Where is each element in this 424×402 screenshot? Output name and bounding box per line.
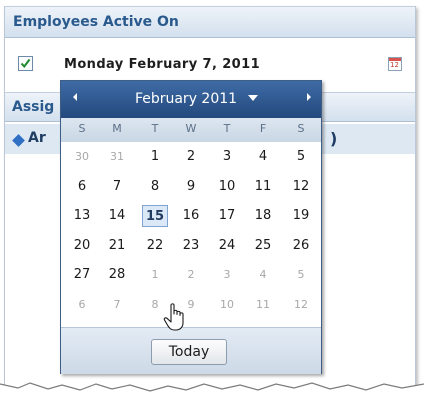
day-cell[interactable]: 1 bbox=[142, 146, 168, 168]
day-cell[interactable]: 19 bbox=[288, 205, 314, 227]
weekday-header-row: SMTWTFS bbox=[61, 118, 321, 142]
month-dropdown-icon[interactable] bbox=[248, 95, 258, 101]
day-cell[interactable]: 13 bbox=[69, 205, 95, 227]
next-month-button[interactable] bbox=[301, 89, 317, 105]
day-cell[interactable]: 21 bbox=[104, 235, 130, 257]
hand-cursor-icon bbox=[163, 303, 184, 331]
active-date-row: Monday February 7, 2011 12 bbox=[5, 44, 415, 80]
weekday-label: T bbox=[223, 122, 231, 135]
day-cell[interactable]: 8 bbox=[142, 176, 168, 198]
day-cell[interactable]: 11 bbox=[250, 294, 276, 316]
torn-edge bbox=[0, 382, 424, 402]
day-cell[interactable]: 1 bbox=[142, 264, 168, 286]
day-cell[interactable]: 5 bbox=[288, 264, 314, 286]
checkmark-icon bbox=[20, 58, 31, 69]
date-picker: February 2011 SMTWTFS 30 31 1 2 3 4 5 6 7 8 9 10 11 1… bbox=[60, 80, 322, 374]
day-cell[interactable]: 3 bbox=[214, 264, 240, 286]
assign-row-suffix: ) bbox=[330, 129, 338, 148]
day-cell[interactable]: 5 bbox=[288, 146, 314, 168]
day-cell[interactable]: 30 bbox=[69, 146, 95, 168]
day-cell[interactable]: 12 bbox=[288, 294, 314, 316]
day-cell[interactable]: 7 bbox=[104, 294, 130, 316]
day-cell[interactable]: 2 bbox=[178, 264, 204, 286]
day-cell[interactable]: 4 bbox=[250, 146, 276, 168]
day-cell[interactable]: 11 bbox=[250, 176, 276, 198]
weekday-label: W bbox=[185, 122, 197, 135]
day-cell[interactable]: 12 bbox=[288, 176, 314, 198]
date-picker-header: February 2011 bbox=[61, 81, 321, 118]
day-cell[interactable]: 17 bbox=[214, 205, 240, 227]
day-cell[interactable]: 10 bbox=[214, 176, 240, 198]
date-picker-footer: Today bbox=[61, 327, 321, 374]
weekday-label: F bbox=[259, 122, 267, 135]
day-grid: 30 31 1 2 3 4 5 6 7 8 9 10 11 12 13 14 15 16 17 18 19 20 21 22 2… bbox=[61, 146, 321, 326]
weekday-label: T bbox=[151, 122, 159, 135]
day-cell[interactable]: 14 bbox=[104, 205, 130, 227]
day-cell[interactable]: 25 bbox=[250, 235, 276, 257]
chevron-right-icon bbox=[307, 93, 311, 101]
day-cell[interactable]: 28 bbox=[104, 264, 130, 286]
day-cell[interactable]: 16 bbox=[178, 205, 204, 227]
day-cell[interactable]: 31 bbox=[104, 146, 130, 168]
diamond-icon bbox=[12, 134, 25, 147]
day-cell[interactable]: 6 bbox=[69, 176, 95, 198]
calendar-icon[interactable]: 12 bbox=[388, 57, 402, 71]
day-cell[interactable]: 23 bbox=[178, 235, 204, 257]
selected-day-cell[interactable]: 15 bbox=[142, 205, 168, 227]
month-year-label[interactable]: February 2011 bbox=[61, 91, 321, 107]
day-cell[interactable]: 4 bbox=[250, 264, 276, 286]
day-cell[interactable]: 3 bbox=[214, 146, 240, 168]
day-cell[interactable]: 2 bbox=[178, 146, 204, 168]
calendar-icon-label: 12 bbox=[390, 61, 399, 69]
weekday-label: S bbox=[297, 122, 305, 135]
day-cell[interactable]: 6 bbox=[69, 294, 95, 316]
day-cell[interactable]: 18 bbox=[250, 205, 276, 227]
day-cell[interactable]: 10 bbox=[214, 294, 240, 316]
day-cell[interactable]: 20 bbox=[69, 235, 95, 257]
day-cell[interactable]: 22 bbox=[142, 235, 168, 257]
day-cell[interactable]: 9 bbox=[178, 176, 204, 198]
day-cell[interactable]: 27 bbox=[69, 264, 95, 286]
day-cell[interactable]: 7 bbox=[104, 176, 130, 198]
employees-active-header: Employees Active On bbox=[5, 6, 415, 38]
assign-row-label: Ar bbox=[28, 130, 46, 146]
active-date-checkbox[interactable] bbox=[18, 56, 33, 71]
weekday-label: S bbox=[78, 122, 86, 135]
day-cell[interactable]: 26 bbox=[288, 235, 314, 257]
weekday-label: M bbox=[112, 122, 122, 135]
day-cell[interactable]: 24 bbox=[214, 235, 240, 257]
today-button[interactable]: Today bbox=[151, 339, 227, 365]
active-date-value: Monday February 7, 2011 bbox=[64, 57, 261, 72]
assign-title: Assig bbox=[12, 99, 55, 115]
employees-active-title: Employees Active On bbox=[13, 14, 179, 30]
